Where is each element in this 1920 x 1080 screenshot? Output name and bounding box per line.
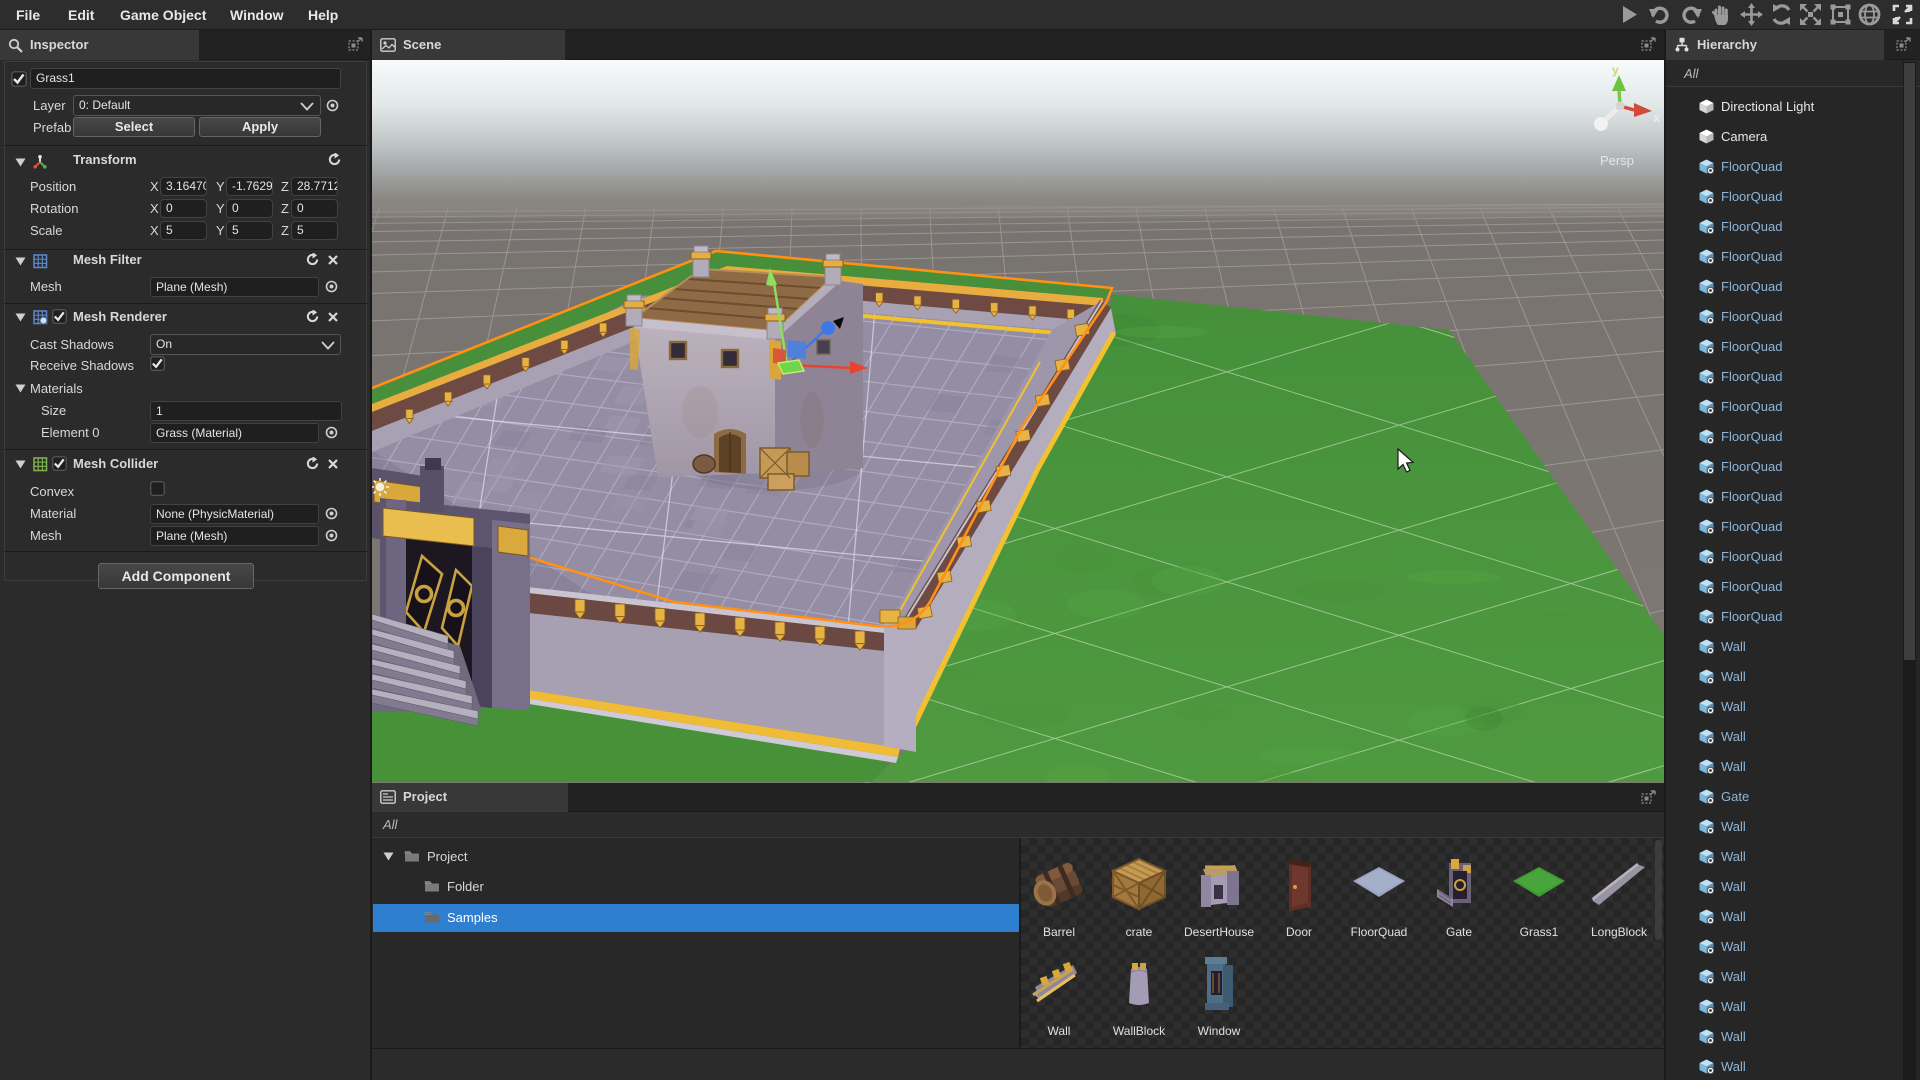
svg-text:x: x [1653, 110, 1661, 125]
svg-text:z: z [1624, 89, 1630, 103]
svg-text:Persp: Persp [1600, 153, 1634, 168]
svg-text:y: y [1612, 63, 1619, 77]
